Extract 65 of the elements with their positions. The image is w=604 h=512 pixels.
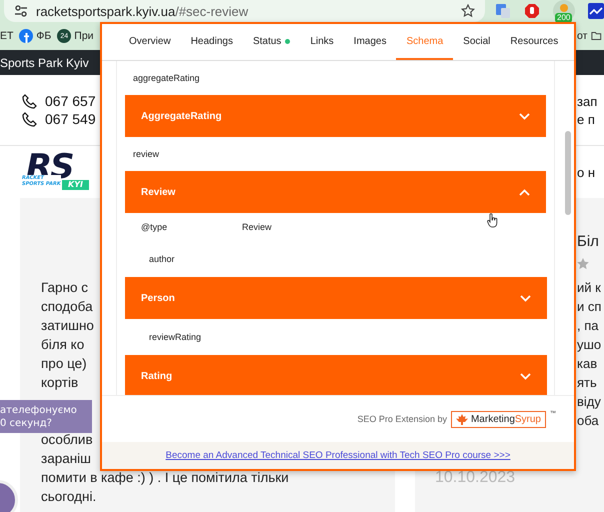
bookmark-star-icon[interactable] <box>461 4 475 18</box>
site-settings-icon[interactable] <box>14 5 28 17</box>
review-text: , па <box>577 317 598 335</box>
stop-sign-icon[interactable] <box>524 3 540 19</box>
tab[interactable]: Links <box>300 24 344 60</box>
chart-icon[interactable] <box>588 3 604 19</box>
review-text: кав <box>577 355 598 373</box>
phone-icon <box>22 112 37 126</box>
tab[interactable]: Overview <box>119 24 181 60</box>
review-text: сьогодні. <box>41 489 96 504</box>
brand-name: MarketingSyrup <box>470 414 541 424</box>
chevron-icon <box>520 372 531 380</box>
bookmark[interactable]: ФБ <box>19 29 52 43</box>
bookmark-icon <box>19 29 34 43</box>
tab[interactable]: Images <box>344 24 396 60</box>
brand-logo[interactable]: MarketingSyrup <box>450 410 546 428</box>
review-text: и сп <box>577 298 602 316</box>
review-text: ий к <box>577 279 601 297</box>
translate-icon[interactable] <box>495 3 511 19</box>
review-text: оба <box>577 412 599 430</box>
credit-text: SEO Pro Extension by <box>357 414 447 424</box>
phone-icon <box>22 94 37 108</box>
property-name: aggregateRating <box>132 72 201 85</box>
reviewer-name: Біл <box>577 233 600 250</box>
property-name: @type <box>141 222 168 232</box>
chevron-icon <box>520 294 531 302</box>
tab[interactable]: Social <box>453 24 500 60</box>
phone-number[interactable]: 067 657 <box>45 93 96 109</box>
tab[interactable]: Headings <box>180 24 243 60</box>
review-text: кортів <box>41 375 78 390</box>
review-text: затишно <box>41 318 94 333</box>
review-date: 10.10.2023 <box>435 468 516 487</box>
review-text: біля ко <box>41 337 84 352</box>
review-text: ять <box>577 374 597 392</box>
bookmark[interactable]: от <box>577 30 588 42</box>
review-text: помити в кафе :) ) . І це помітила тільки <box>41 470 289 485</box>
phone-number[interactable]: 067 549 <box>45 111 96 127</box>
review-text: заранiш <box>41 451 91 466</box>
folder-icon[interactable] <box>591 30 602 42</box>
leaf-icon <box>456 414 468 424</box>
property-value: Review <box>242 222 272 232</box>
address-bar[interactable]: racketsportspark.kyiv.ua/#sec-review <box>4 0 485 22</box>
tab[interactable]: Status <box>242 24 300 60</box>
property-name: review <box>132 148 160 161</box>
review-text: ушо <box>577 336 602 354</box>
star-icon <box>576 257 590 271</box>
header-text: е п <box>577 112 596 126</box>
tab[interactable]: Resources <box>500 24 568 60</box>
property-name: author <box>148 253 176 266</box>
url-text: racketsportspark.kyiv.ua/#sec-review <box>36 4 250 18</box>
review-text: віду <box>577 393 601 411</box>
hand-cursor-icon <box>487 213 498 228</box>
chevron-icon <box>519 112 530 120</box>
scrollbar-thumb[interactable] <box>565 131 571 215</box>
property-name: reviewRating <box>148 331 202 344</box>
review-text: про це) <box>41 356 87 371</box>
site-title[interactable]: Sports Park Kyiv <box>0 56 89 70</box>
header-text: о н <box>577 164 596 180</box>
chevron-icon <box>519 188 530 196</box>
callback-widget[interactable]: ателефонуємо 0 секунд? <box>0 400 92 433</box>
bookmark[interactable]: ЕТ <box>0 30 14 42</box>
header-text: зап <box>577 94 598 108</box>
review-text: сподоба <box>41 299 93 314</box>
review-text: особлив <box>41 432 93 447</box>
review-text: Гарно с <box>41 280 88 295</box>
